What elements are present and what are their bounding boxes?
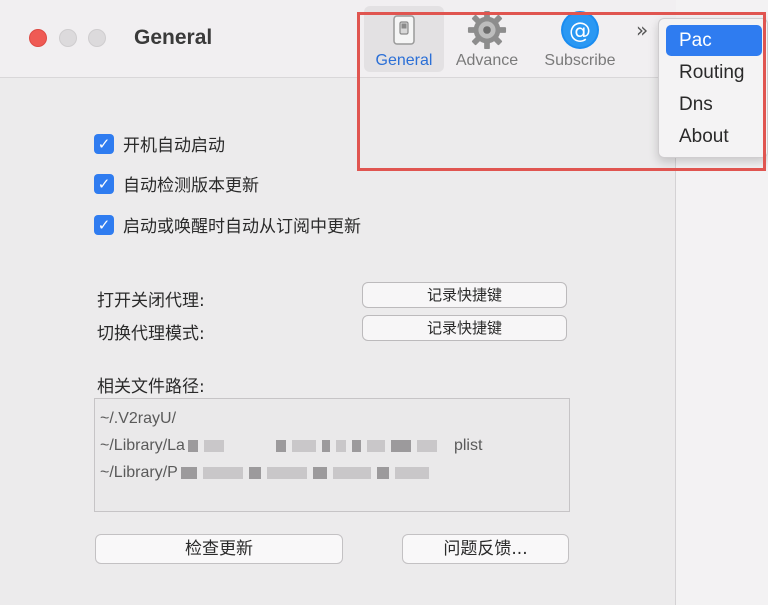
checkbox-update-subscription-on-wake[interactable]: ✓ 启动或唤醒时自动从订阅中更新	[94, 212, 361, 237]
switch-mode-shortcut-label: 切换代理模式:	[97, 324, 205, 344]
title-bar: General General Advance @ Subscribe »	[0, 0, 676, 78]
gear-icon	[467, 10, 507, 50]
toolbar-tab-advance[interactable]: Advance	[448, 6, 526, 72]
window-title: General	[134, 26, 213, 49]
close-window-button[interactable]	[29, 29, 47, 47]
toolbar-tab-label: Advance	[455, 52, 519, 69]
record-shortcut-switch-mode-button[interactable]: 记录快捷键	[362, 315, 567, 341]
path-line: ~/Library/La plist	[100, 437, 483, 454]
file-paths-label: 相关文件路径:	[97, 377, 205, 397]
checkbox-label: 自动检测版本更新	[123, 176, 259, 196]
at-sign-icon: @	[560, 10, 600, 50]
menu-item-pac[interactable]: Pac	[666, 25, 762, 56]
toolbar-tab-subscribe[interactable]: @ Subscribe	[534, 6, 626, 72]
toolbar-overflow-menu: Pac Routing Dns About	[658, 18, 768, 158]
check-update-button[interactable]: 检查更新	[95, 534, 343, 564]
checkbox-label: 开机自动启动	[123, 136, 225, 156]
toolbar-tab-label: General	[375, 52, 433, 69]
minimize-window-button[interactable]	[59, 29, 77, 47]
svg-text:@: @	[569, 19, 591, 44]
toolbar-tab-general[interactable]: General	[364, 6, 444, 72]
menu-item-routing[interactable]: Routing	[666, 57, 762, 88]
checkbox-label: 启动或唤醒时自动从订阅中更新	[123, 217, 361, 237]
path-line: ~/Library/P	[100, 459, 564, 486]
checkmark-icon: ✓	[94, 214, 114, 235]
switch-icon	[384, 10, 424, 50]
path-line: ~/.V2rayU/	[100, 410, 177, 427]
zoom-window-button[interactable]	[88, 29, 106, 47]
menu-item-about[interactable]: About	[666, 121, 762, 152]
record-shortcut-toggle-proxy-button[interactable]: 记录快捷键	[362, 282, 567, 308]
file-paths-textarea[interactable]: ~/.V2rayU/ ~/Library/La plist ~/Library/P	[94, 398, 570, 512]
checkbox-launch-at-login[interactable]: ✓ 开机自动启动	[94, 131, 225, 156]
toolbar-tab-label: Subscribe	[544, 52, 616, 69]
feedback-button[interactable]: 问题反馈...	[402, 534, 569, 564]
toolbar-overflow-chevron-icon[interactable]: »	[636, 18, 648, 42]
checkmark-icon: ✓	[94, 133, 114, 154]
toggle-proxy-shortcut-label: 打开关闭代理:	[97, 291, 205, 311]
preferences-window: General General Advance @ Subscribe » ✓ …	[0, 0, 676, 605]
checkmark-icon: ✓	[94, 173, 114, 194]
menu-item-dns[interactable]: Dns	[666, 89, 762, 120]
checkbox-auto-check-updates[interactable]: ✓ 自动检测版本更新	[94, 171, 259, 196]
